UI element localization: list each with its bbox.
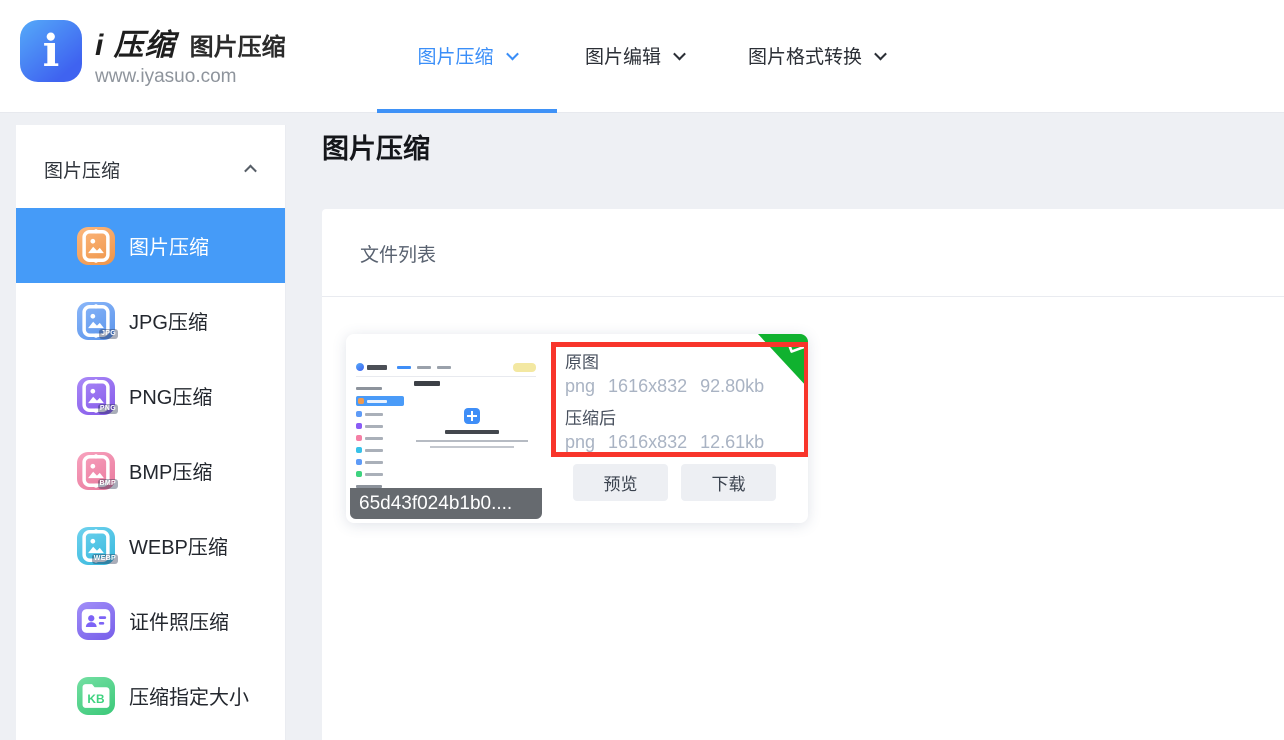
tab-label: 图片压缩 xyxy=(417,42,493,69)
sidebar-item-id-photo-compress[interactable]: 证件照压缩 xyxy=(16,583,285,658)
brand-subtitle: 图片压缩 xyxy=(190,27,286,62)
format-badge: BMP xyxy=(98,479,118,489)
tab-format-convert[interactable]: 图片格式转换 xyxy=(748,42,885,69)
app-window: i i 压缩 图片压缩 www.iyasuo.com 图片压缩 图片编辑 图片格… xyxy=(0,0,1284,740)
compressed-label: 压缩后 xyxy=(565,408,804,430)
mini-divider xyxy=(356,376,536,377)
chevron-down-icon xyxy=(506,47,519,60)
brand-logo-icon: i xyxy=(20,20,82,82)
image-compress-icon xyxy=(77,227,115,265)
panel-title: 文件列表 xyxy=(360,240,436,267)
chevron-down-icon xyxy=(673,47,686,60)
file-list-panel: 文件列表 xyxy=(322,209,1284,740)
main-nav: 图片压缩 图片编辑 图片格式转换 xyxy=(377,0,885,110)
brand-url: www.iyasuo.com xyxy=(95,66,286,88)
download-button[interactable]: 下载 xyxy=(681,464,776,501)
sidebar-item-png-compress[interactable]: PNG PNG压缩 xyxy=(16,358,285,433)
mini-sidebar xyxy=(356,380,408,494)
tab-label: 图片编辑 xyxy=(585,42,661,69)
format-badge: WEBP xyxy=(92,554,118,564)
brand-text: i 压缩 图片压缩 www.iyasuo.com xyxy=(95,14,286,88)
file-card: 65d43f024b1b0.... 原图 png 1616x832 92.80kb … xyxy=(346,334,808,523)
mini-brand-line xyxy=(367,365,387,370)
sidebar-item-label: 证件照压缩 xyxy=(129,606,229,635)
tab-image-edit[interactable]: 图片编辑 xyxy=(585,42,684,69)
sidebar-item-label: WEBP压缩 xyxy=(129,531,228,560)
sidebar-item-jpg-compress[interactable]: JPG JPG压缩 xyxy=(16,283,285,358)
kb-folder-icon: KB xyxy=(77,677,115,715)
top-header: i i 压缩 图片压缩 www.iyasuo.com 图片压缩 图片编辑 图片格… xyxy=(0,0,1284,113)
id-card-icon xyxy=(77,602,115,640)
tab-image-compress[interactable]: 图片压缩 xyxy=(377,42,557,69)
original-dimensions: 1616x832 xyxy=(608,376,687,396)
mini-main-area xyxy=(408,380,536,494)
webp-compress-icon: WEBP xyxy=(77,527,115,565)
svg-text:KB: KB xyxy=(87,691,105,705)
sidebar: 图片压缩 图片压缩 JPG JPG压缩 PNG PNG压缩 xyxy=(16,125,286,740)
sidebar-item-webp-compress[interactable]: WEBP WEBP压缩 xyxy=(16,508,285,583)
original-size: 92.80kb xyxy=(700,376,764,396)
annotation-red-box: 原图 png 1616x832 92.80kb 压缩后 png 1616x832 12.… xyxy=(551,342,808,457)
chevron-down-icon xyxy=(874,47,887,60)
sidebar-item-compress-to-size[interactable]: KB 压缩指定大小 xyxy=(16,658,285,733)
mini-plus-icon xyxy=(464,408,480,424)
file-name: 65d43f024b1b0.... xyxy=(350,488,542,519)
compressed-format: png xyxy=(565,432,595,452)
bmp-compress-icon: BMP xyxy=(77,452,115,490)
panel-divider xyxy=(322,296,1284,297)
mini-body xyxy=(356,380,536,494)
png-compress-icon: PNG xyxy=(77,377,115,415)
sidebar-item-label: 压缩指定大小 xyxy=(129,681,249,710)
brand-title: i 压缩 xyxy=(95,20,176,64)
sidebar-item-label: BMP压缩 xyxy=(129,456,212,485)
format-badge: PNG xyxy=(98,404,118,414)
chevron-up-icon xyxy=(244,165,257,178)
jpg-compress-icon: JPG xyxy=(77,302,115,340)
sidebar-group-header[interactable]: 图片压缩 xyxy=(16,125,285,208)
file-thumbnail[interactable]: 65d43f024b1b0.... xyxy=(350,338,542,519)
original-label: 原图 xyxy=(565,352,804,374)
mini-nav xyxy=(397,366,451,369)
compressed-size: 12.61kb xyxy=(700,432,764,452)
original-info: png 1616x832 92.80kb xyxy=(565,375,804,398)
sidebar-item-label: JPG压缩 xyxy=(129,306,208,335)
format-badge: JPG xyxy=(99,329,118,339)
preview-button[interactable]: 预览 xyxy=(573,464,668,501)
mini-header xyxy=(356,360,536,374)
mini-button xyxy=(513,363,536,372)
original-format: png xyxy=(565,376,595,396)
brand[interactable]: i i 压缩 图片压缩 www.iyasuo.com xyxy=(20,14,286,88)
file-actions: 预览 下载 xyxy=(573,464,776,501)
page-title: 图片压缩 xyxy=(322,127,430,166)
sidebar-item-image-compress[interactable]: 图片压缩 xyxy=(16,208,285,283)
sidebar-group-title: 图片压缩 xyxy=(44,156,120,183)
tab-label: 图片格式转换 xyxy=(748,42,862,69)
sidebar-item-label: 图片压缩 xyxy=(129,231,209,260)
sidebar-item-bmp-compress[interactable]: BMP BMP压缩 xyxy=(16,433,285,508)
mini-logo xyxy=(356,363,364,371)
active-tab-underline xyxy=(377,109,557,113)
sidebar-item-label: PNG压缩 xyxy=(129,381,212,410)
thumbnail-preview-image xyxy=(356,360,536,482)
compressed-dimensions: 1616x832 xyxy=(608,432,687,452)
compressed-info: png 1616x832 12.61kb xyxy=(565,431,804,454)
